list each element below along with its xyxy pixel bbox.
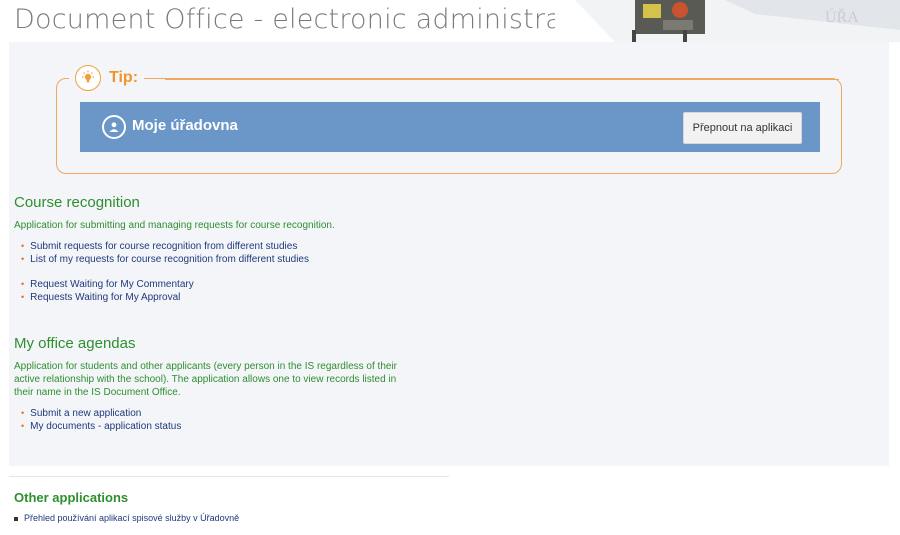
tip-top-rule (165, 79, 839, 80)
square-bullet-icon (14, 516, 18, 521)
link-waiting-commentary[interactable]: Request Waiting for My Commentary (30, 279, 194, 290)
list-item[interactable]: • Submit a new application (21, 407, 181, 420)
link-list-my-requests[interactable]: List of my requests for course recogniti… (30, 254, 309, 265)
link-my-documents-status[interactable]: My documents - application status (30, 421, 181, 432)
other-applications-title: Other applications (14, 490, 129, 505)
link-submit-new-application[interactable]: Submit a new application (30, 408, 141, 419)
main-panel: Tip: Moje úřadovna Přepnout na aplikaci … (9, 42, 889, 466)
switch-to-application-button[interactable]: Přepnout na aplikaci (683, 112, 802, 144)
description-line: active relationship with the school). Th… (14, 374, 397, 385)
list-item[interactable]: Přehled používání aplikací spisové služb… (14, 513, 239, 523)
page-title: Document Office - electronic administrat… (14, 4, 615, 35)
other-applications-list: Přehled používání aplikací spisové služb… (14, 513, 239, 523)
link-submit-recognition[interactable]: Submit requests for course recognition f… (30, 241, 297, 252)
my-office-agendas-title[interactable]: My office agendas (14, 335, 135, 352)
tip-banner: Moje úřadovna Přepnout na aplikaci (80, 102, 820, 152)
course-recognition-links-1: • Submit requests for course recognition … (21, 240, 309, 266)
tip-legend: Tip: (69, 65, 145, 91)
course-recognition-links-2: • Request Waiting for My Commentary • Requ… (21, 278, 194, 304)
tip-box: Tip: Moje úřadovna Přepnout na aplikaci (56, 65, 842, 174)
my-office-description: Application for students and other appli… (14, 360, 397, 399)
my-office-links: • Submit a new application • My documents … (21, 407, 181, 433)
tip-label: Tip: (109, 69, 139, 86)
list-item[interactable]: • Submit requests for course recognition … (21, 240, 309, 253)
course-recognition-title[interactable]: Course recognition (14, 194, 140, 211)
bullet-icon: • (21, 408, 25, 418)
list-item[interactable]: • My documents - application status (21, 420, 181, 433)
bullet-icon: • (21, 421, 25, 431)
svg-text:ÚŘA: ÚŘA (825, 7, 859, 26)
link-waiting-approval[interactable]: Requests Waiting for My Approval (30, 292, 180, 303)
bullet-icon: • (21, 241, 25, 251)
bullet-icon: • (21, 254, 25, 264)
lightbulb-icon (75, 65, 101, 91)
description-line: Application for students and other appli… (14, 361, 397, 372)
person-circle-icon (102, 115, 126, 139)
list-item[interactable]: • Requests Waiting for My Approval (21, 291, 194, 304)
course-recognition-description: Application for submitting and managing … (14, 220, 335, 231)
list-item[interactable]: • Request Waiting for My Commentary (21, 278, 194, 291)
header-decoration-image: ÚŘA (555, 0, 900, 42)
banner-title: Moje úřadovna (132, 117, 238, 134)
bullet-icon: • (21, 292, 25, 302)
description-line: their name in the IS Document Office. (14, 387, 181, 398)
section-divider (9, 476, 449, 477)
bullet-icon: • (21, 279, 25, 289)
link-usage-overview[interactable]: Přehled používání aplikací spisové služb… (24, 513, 239, 523)
list-item[interactable]: • List of my requests for course recognit… (21, 253, 309, 266)
